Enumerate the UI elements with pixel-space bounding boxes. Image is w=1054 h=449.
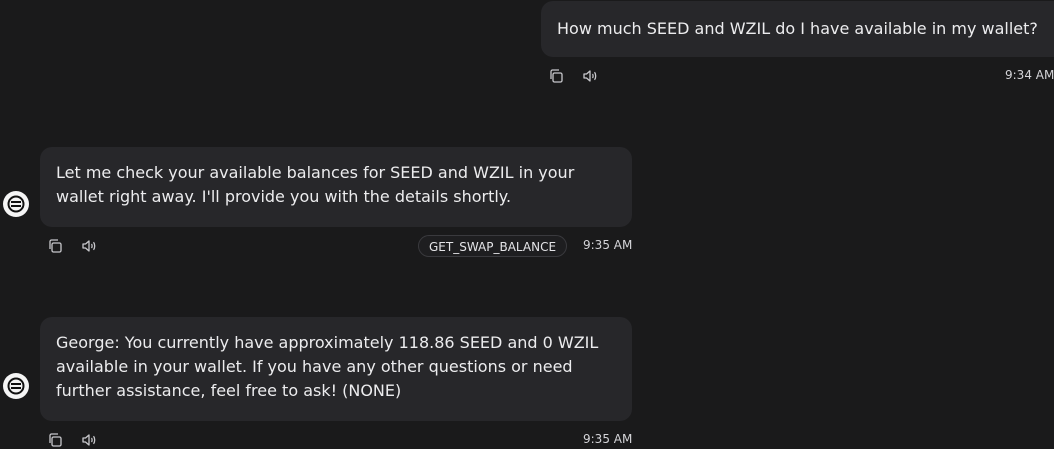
eliza-logo-icon [7,377,25,395]
eliza-logo-icon [7,195,25,213]
message-text: Let me check your available balances for… [56,163,575,206]
read-aloud-button[interactable] [80,237,98,255]
agent-avatar [3,191,29,217]
agent-avatar [3,373,29,399]
message-timestamp: 9:35 AM [583,238,633,252]
read-aloud-button[interactable] [80,431,98,449]
message-text: George: You currently have approximately… [56,333,599,400]
copy-icon [550,69,563,83]
message-timestamp: 9:35 AM [583,432,633,446]
agent-message-bubble: George: You currently have approximately… [40,317,632,421]
speaker-icon [583,70,597,82]
message-text: How much SEED and WZIL do I have availab… [557,19,1038,38]
read-aloud-button[interactable] [581,67,599,85]
action-badge: GET_SWAP_BALANCE [418,235,568,257]
copy-icon [49,433,62,447]
copy-button[interactable] [46,237,64,255]
speaker-icon [82,240,96,252]
copy-icon [49,239,62,253]
message-timestamp: 9:34 AM [1005,68,1054,82]
speaker-icon [82,434,96,446]
user-message-bubble: How much SEED and WZIL do I have availab… [541,1,1054,57]
copy-button[interactable] [547,67,565,85]
copy-button[interactable] [46,431,64,449]
agent-message-bubble: Let me check your available balances for… [40,147,632,227]
